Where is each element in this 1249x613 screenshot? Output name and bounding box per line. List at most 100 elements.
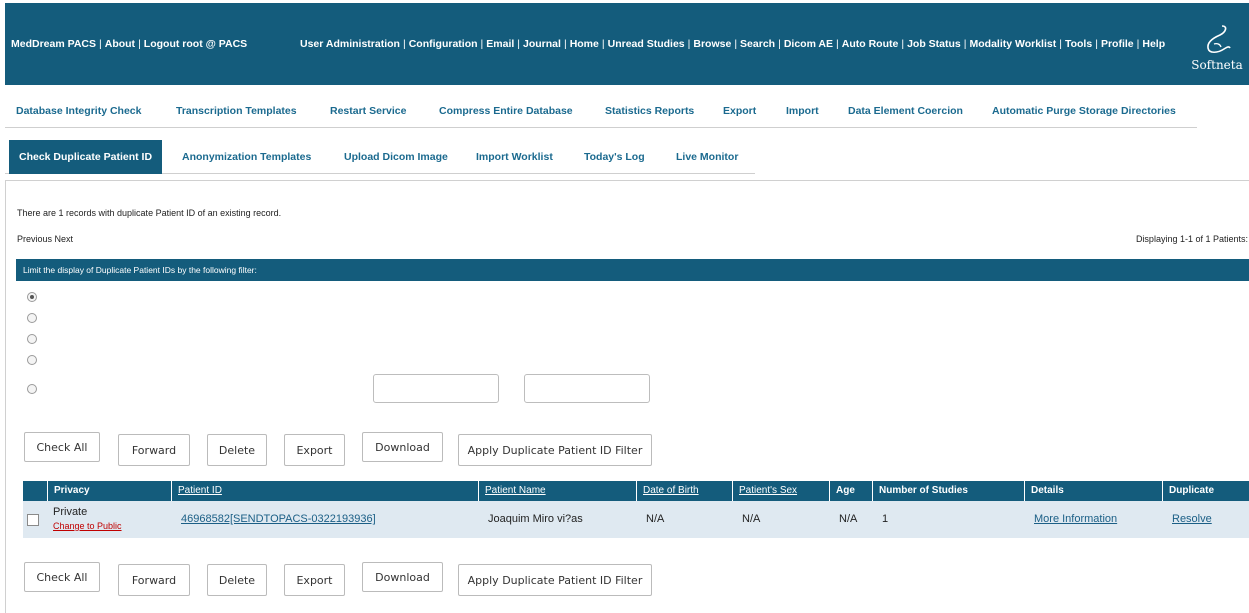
- tab-database-integrity-check[interactable]: Database Integrity Check: [16, 94, 141, 128]
- nav-separator: |: [1059, 38, 1062, 50]
- nav-link-browse[interactable]: Browse: [693, 38, 731, 50]
- column-header-patient-name[interactable]: Patient Name: [478, 481, 636, 501]
- column-header-date-of-birth[interactable]: Date of Birth: [636, 481, 732, 501]
- row-checkbox[interactable]: [27, 514, 39, 526]
- forward-button[interactable]: Forward: [118, 434, 190, 466]
- nav-link-profile[interactable]: Profile: [1101, 38, 1134, 50]
- more-information-link[interactable]: More Information: [1034, 513, 1117, 525]
- export-button[interactable]: Export: [284, 434, 345, 466]
- table-header: Privacy Patient ID Patient Name Date of …: [23, 481, 1249, 501]
- privacy-value: Private: [53, 506, 88, 518]
- displaying-count: Displaying 1-1 of 1 Patients:: [1135, 234, 1248, 244]
- tab-check-duplicate-patient-id[interactable]: Check Duplicate Patient ID: [9, 140, 163, 174]
- product-link[interactable]: MedDream PACS: [11, 38, 96, 50]
- softneta-logo: Softneta: [1189, 23, 1245, 72]
- nav-link-help[interactable]: Help: [1142, 38, 1165, 50]
- tab-compress-entire-database[interactable]: Compress Entire Database: [439, 94, 573, 128]
- tab-export[interactable]: Export: [723, 94, 756, 128]
- tab-import-worklist[interactable]: Import Worklist: [476, 140, 553, 174]
- filter-radio-5[interactable]: [27, 384, 37, 394]
- nav-separator: |: [601, 38, 605, 50]
- delete-button[interactable]: Delete: [207, 434, 267, 466]
- pager: Previous Next: [17, 234, 73, 244]
- change-to-public-link[interactable]: Change to Public: [53, 521, 122, 531]
- patient-id-link[interactable]: 46968582[SENDTOPACS-0322193936]: [181, 513, 376, 525]
- nav-link-search[interactable]: Search: [740, 38, 775, 50]
- duplicate-id-panel: There are 1 records with duplicate Patie…: [5, 180, 1249, 613]
- logo-text: Softneta: [1191, 58, 1243, 72]
- date-of-birth-cell: N/A: [646, 513, 665, 525]
- tab-live-monitor[interactable]: Live Monitor: [676, 140, 738, 174]
- column-header-details: Details: [1024, 481, 1162, 501]
- nav-separator: |: [480, 38, 484, 50]
- column-header-duplicate: Duplicate: [1162, 481, 1249, 501]
- logout-link[interactable]: Logout root @ PACS: [144, 38, 247, 50]
- forward-button-bottom[interactable]: Forward: [118, 564, 190, 596]
- delete-button-bottom[interactable]: Delete: [207, 564, 267, 596]
- check-all-button-bottom[interactable]: Check All: [24, 562, 100, 592]
- sex-cell: N/A: [742, 513, 761, 525]
- tab-anonymization-templates[interactable]: Anonymization Templates: [182, 140, 311, 174]
- row-select-cell: [23, 501, 47, 538]
- filter-radio-1[interactable]: [27, 292, 37, 302]
- about-link[interactable]: About: [105, 38, 135, 50]
- nav-separator: |: [778, 38, 781, 50]
- nav-separator: |: [836, 38, 839, 50]
- nav-link-home[interactable]: Home: [570, 38, 599, 50]
- download-button[interactable]: Download: [362, 432, 443, 462]
- apply-filter-button[interactable]: Apply Duplicate Patient ID Filter: [458, 434, 652, 466]
- tab-import[interactable]: Import: [786, 94, 819, 128]
- nav-separator: |: [563, 38, 567, 50]
- nav-separator: |: [402, 38, 406, 50]
- filter-to-input[interactable]: [524, 374, 650, 403]
- resolve-link[interactable]: Resolve: [1172, 513, 1212, 525]
- export-button-bottom[interactable]: Export: [284, 564, 345, 596]
- nav-link-auto-route[interactable]: Auto Route: [842, 38, 899, 50]
- nav-link-user-administration[interactable]: User Administration: [300, 38, 400, 50]
- account-links: MedDream PACS | About | Logout root @ PACS: [11, 38, 248, 50]
- nav-link-tools[interactable]: Tools: [1065, 38, 1092, 50]
- nav-separator: |: [734, 38, 738, 50]
- check-all-button[interactable]: Check All: [24, 432, 100, 462]
- nav-link-job-status[interactable]: Job Status: [907, 38, 961, 50]
- tools-tab-row-1: Database Integrity Check Transcription T…: [5, 94, 1197, 128]
- tab-transcription-templates[interactable]: Transcription Templates: [176, 94, 297, 128]
- nav-link-modality-worklist[interactable]: Modality Worklist: [970, 38, 1057, 50]
- tab-automatic-purge-storage-directories[interactable]: Automatic Purge Storage Directories: [992, 94, 1176, 128]
- duplicate-cell: Resolve: [1166, 501, 1212, 538]
- download-button-bottom[interactable]: Download: [362, 562, 443, 592]
- tab-statistics-reports[interactable]: Statistics Reports: [605, 94, 694, 128]
- column-header-age: Age: [829, 481, 872, 501]
- top-banner: MedDream PACS | About | Logout root @ PACS U…: [5, 3, 1249, 85]
- column-header-privacy: Privacy: [47, 481, 171, 501]
- nav-link-configuration[interactable]: Configuration: [409, 38, 478, 50]
- tab-todays-log[interactable]: Today's Log: [584, 140, 645, 174]
- patient-id-cell: 46968582[SENDTOPACS-0322193936]: [175, 501, 376, 538]
- nav-separator: |: [963, 38, 967, 50]
- tab-data-element-coercion[interactable]: Data Element Coercion: [848, 94, 963, 128]
- column-header-patient-id[interactable]: Patient ID: [171, 481, 478, 501]
- filter-from-input[interactable]: [373, 374, 499, 403]
- nav-link-unread-studies[interactable]: Unread Studies: [608, 38, 685, 50]
- tools-tab-row-2: Check Duplicate Patient ID Anonymization…: [5, 140, 755, 174]
- softneta-logo-icon: [1207, 25, 1231, 54]
- nav-link-dicom-ae[interactable]: Dicom AE: [784, 38, 833, 50]
- filter-radio-2[interactable]: [27, 313, 37, 323]
- tab-restart-service[interactable]: Restart Service: [330, 94, 406, 128]
- column-header-patients-sex[interactable]: Patient's Sex: [732, 481, 829, 501]
- table-row: Private Change to Public 46968582[SENDTO…: [23, 501, 1249, 538]
- age-cell: N/A: [839, 513, 858, 525]
- column-header-select: [23, 481, 47, 501]
- filter-radio-4[interactable]: [27, 355, 37, 365]
- previous-link[interactable]: Previous: [17, 234, 52, 244]
- nav-link-journal[interactable]: Journal: [523, 38, 561, 50]
- patient-name-cell: Joaquim Miro vi?as: [488, 513, 583, 525]
- column-header-number-of-studies: Number of Studies: [872, 481, 1024, 501]
- nav-link-email[interactable]: Email: [486, 38, 514, 50]
- nav-separator: |: [1095, 38, 1098, 50]
- next-link[interactable]: Next: [55, 234, 74, 244]
- filter-radio-3[interactable]: [27, 334, 37, 344]
- apply-filter-button-bottom[interactable]: Apply Duplicate Patient ID Filter: [458, 564, 652, 596]
- tab-upload-dicom-image[interactable]: Upload Dicom Image: [344, 140, 448, 174]
- filter-title-bar: Limit the display of Duplicate Patient I…: [16, 259, 1249, 281]
